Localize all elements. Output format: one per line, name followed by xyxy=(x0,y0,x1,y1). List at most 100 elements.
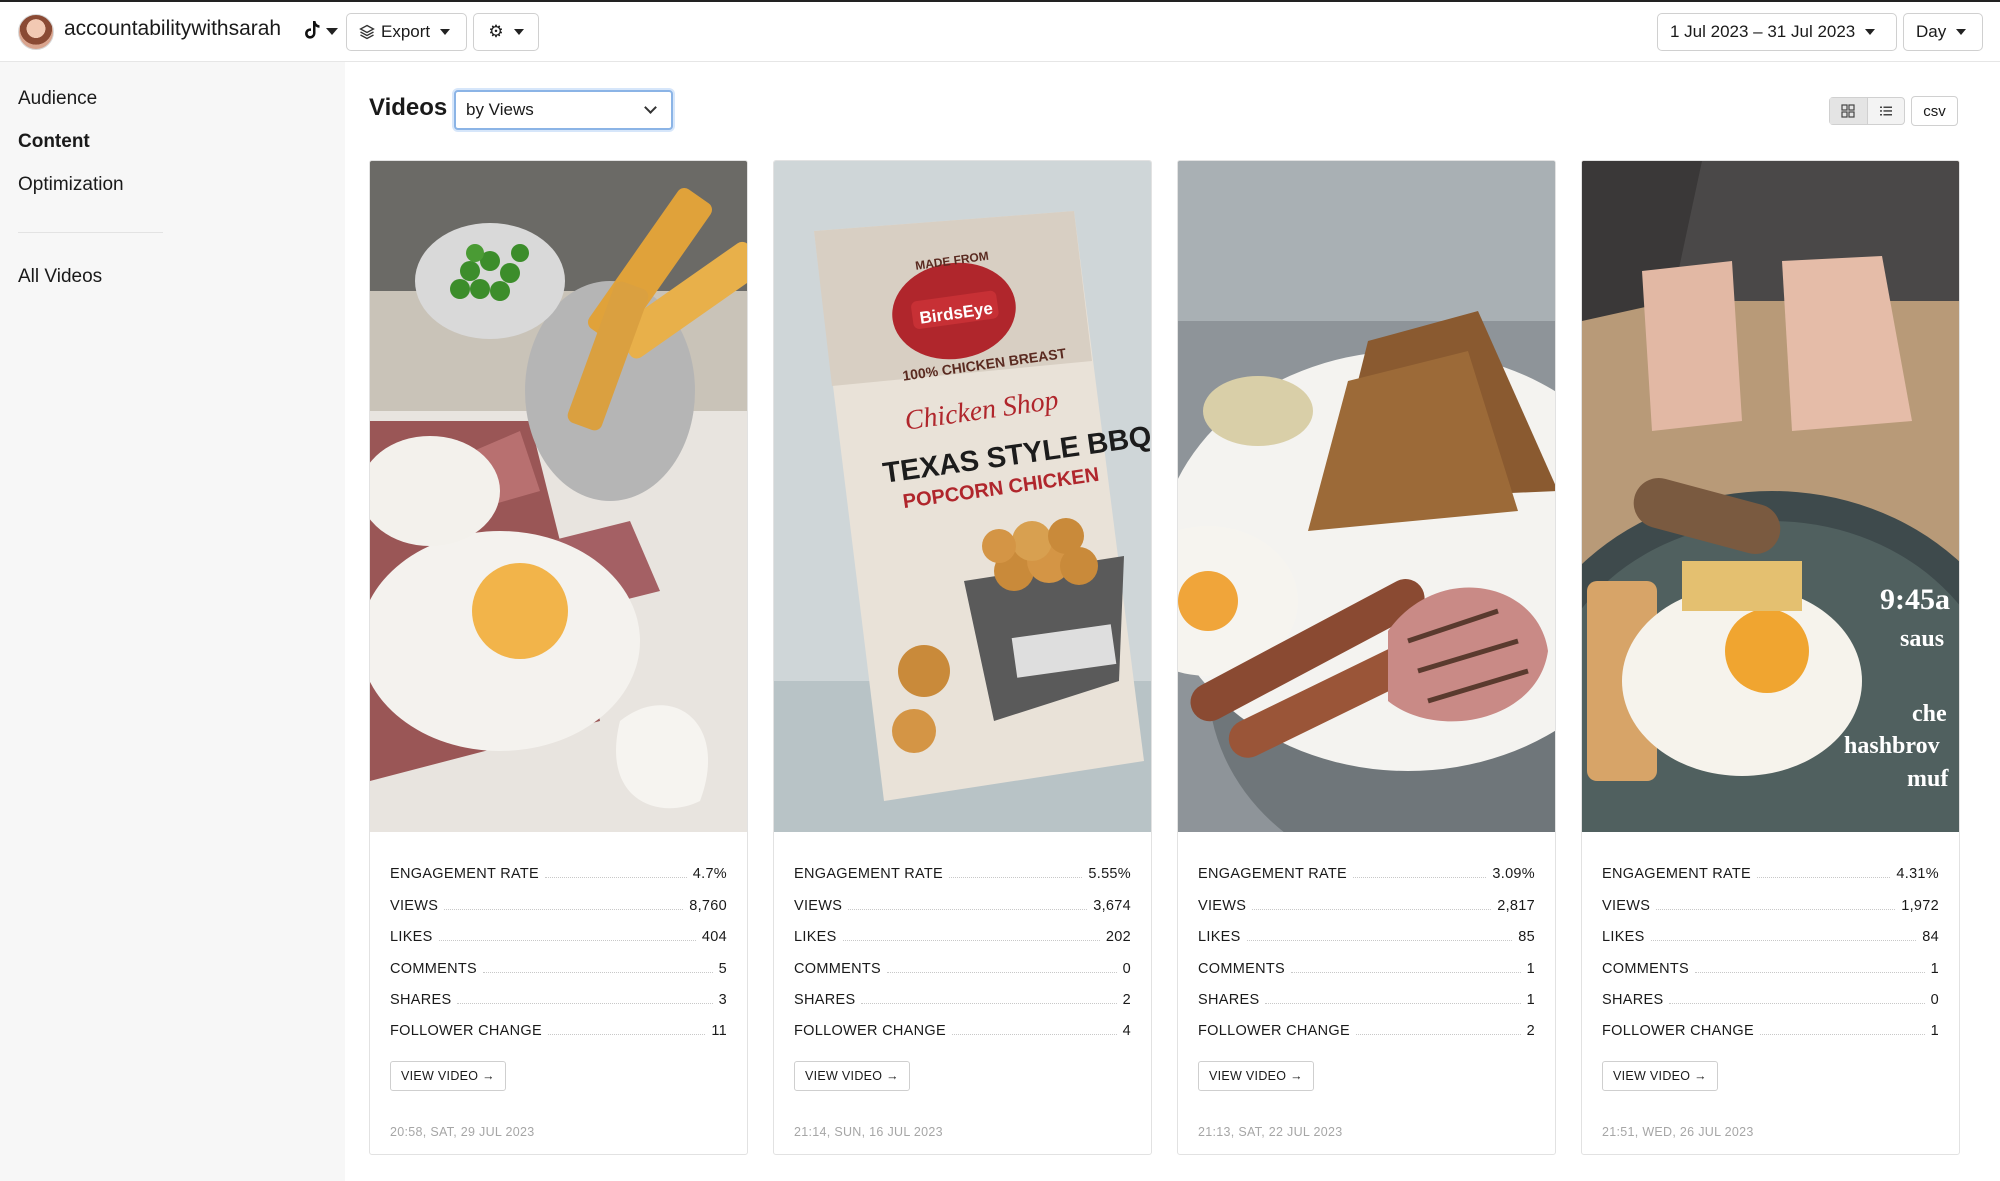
food-plate-image xyxy=(370,161,747,832)
video-stats: ENGAGEMENT RATE 5.55% VIEWS 3,674 LIKES 202… xyxy=(794,851,1131,1039)
stat-label: COMMENTS xyxy=(794,960,881,977)
video-stats: ENGAGEMENT RATE 4.31% VIEWS 1,972 LIKES 84 … xyxy=(1602,851,1939,1039)
stat-value: 4.31% xyxy=(1896,866,1939,883)
stat-value: 5 xyxy=(718,960,727,977)
stat-value: 1 xyxy=(1526,960,1535,977)
view-toggle xyxy=(1829,97,1905,125)
dotted-leader xyxy=(547,1034,706,1036)
video-thumbnail[interactable] xyxy=(1178,161,1555,832)
stat-row-views: VIEWS 1,972 xyxy=(1602,882,1939,914)
stat-row-likes: LIKES 84 xyxy=(1602,914,1939,945)
list-view-icon xyxy=(1879,106,1892,116)
dotted-leader xyxy=(842,940,1100,942)
stat-row-follower-change: FOLLOWER CHANGE 11 xyxy=(390,1008,727,1039)
video-timestamp: 21:14, SUN, 16 JUL 2023 xyxy=(794,1125,943,1139)
stat-row-follower-change: FOLLOWER CHANGE 2 xyxy=(1198,1008,1535,1039)
stat-row-comments: COMMENTS 1 xyxy=(1198,945,1535,977)
stat-label: FOLLOWER CHANGE xyxy=(390,1023,542,1040)
sidebar-item-all-videos[interactable]: All Videos xyxy=(18,266,102,288)
view-video-button[interactable]: VIEW VIDEO → xyxy=(1198,1061,1314,1091)
tiktok-icon xyxy=(305,21,320,39)
video-card: 9:45a saus che hashbrov muf ENGAGEMENT R… xyxy=(1581,160,1960,1155)
avatar[interactable] xyxy=(18,14,54,50)
dotted-leader xyxy=(1290,971,1521,973)
view-video-button[interactable]: VIEW VIDEO → xyxy=(1602,1061,1718,1091)
caption-line-4: muf xyxy=(1907,766,1949,792)
video-stats: ENGAGEMENT RATE 3.09% VIEWS 2,817 LIKES 85 … xyxy=(1198,851,1535,1039)
stat-row-comments: COMMENTS 0 xyxy=(794,945,1131,977)
granularity-label: Day xyxy=(1916,22,1947,41)
stat-value: 3,674 xyxy=(1093,897,1131,914)
stat-value: 4 xyxy=(1122,1023,1131,1040)
dotted-leader xyxy=(544,877,687,879)
stat-label: SHARES xyxy=(1602,991,1664,1008)
video-timestamp: 21:51, WED, 26 JUL 2023 xyxy=(1602,1125,1754,1139)
stat-value: 2 xyxy=(1122,991,1131,1008)
grid-view-button[interactable] xyxy=(1830,98,1868,124)
stat-value: 1 xyxy=(1930,1023,1939,1040)
sidebar-item-audience[interactable]: Audience xyxy=(18,88,97,110)
csv-export-button[interactable]: csv xyxy=(1911,96,1958,126)
stat-label: LIKES xyxy=(390,929,433,946)
sort-select[interactable]: by Views xyxy=(454,90,673,130)
stat-value: 1 xyxy=(1930,960,1939,977)
video-thumbnail[interactable] xyxy=(370,161,747,832)
account-name[interactable]: accountabilitywithsarah xyxy=(64,17,281,41)
dotted-leader xyxy=(861,1002,1117,1004)
dotted-leader xyxy=(951,1034,1117,1036)
stat-label: SHARES xyxy=(794,991,856,1008)
dotted-leader xyxy=(1252,908,1492,910)
dotted-leader xyxy=(1265,1002,1521,1004)
export-label: Export xyxy=(381,22,431,41)
stat-row-follower-change: FOLLOWER CHANGE 4 xyxy=(794,1008,1131,1039)
video-thumbnail[interactable]: MADE FROM BirdsEye 100% CHICKEN BREAST C… xyxy=(774,161,1151,832)
dotted-leader xyxy=(438,940,696,942)
dotted-leader xyxy=(1650,940,1917,942)
video-thumbnail[interactable]: 9:45a saus che hashbrov muf xyxy=(1582,161,1959,832)
dotted-leader xyxy=(457,1002,713,1004)
stat-value: 404 xyxy=(701,929,727,946)
stat-label: SHARES xyxy=(390,991,452,1008)
settings-button[interactable]: ⚙ xyxy=(473,13,539,51)
gear-icon: ⚙ xyxy=(488,22,504,41)
export-button[interactable]: Export xyxy=(346,13,467,51)
account-dropdown-caret[interactable] xyxy=(326,28,338,35)
view-video-button[interactable]: VIEW VIDEO → xyxy=(390,1061,506,1091)
dotted-leader xyxy=(948,877,1083,879)
caption-time: 9:45a xyxy=(1880,583,1950,616)
stat-row-shares: SHARES 0 xyxy=(1602,977,1939,1008)
stat-value: 84 xyxy=(1922,929,1939,946)
stat-label: FOLLOWER CHANGE xyxy=(1198,1023,1350,1040)
product-box-image: MADE FROM BirdsEye 100% CHICKEN BREAST C… xyxy=(774,161,1151,832)
stat-row-comments: COMMENTS 5 xyxy=(390,945,727,977)
dotted-leader xyxy=(444,908,684,910)
stat-row-comments: COMMENTS 1 xyxy=(1602,945,1939,977)
sidebar-item-optimization[interactable]: Optimization xyxy=(18,174,124,196)
stat-row-engagement-rate: ENGAGEMENT RATE 4.7% xyxy=(390,851,727,882)
video-card: MADE FROM BirdsEye 100% CHICKEN BREAST C… xyxy=(773,160,1152,1155)
stat-row-engagement-rate: ENGAGEMENT RATE 5.55% xyxy=(794,851,1131,882)
dotted-leader xyxy=(1759,1034,1925,1036)
stat-row-follower-change: FOLLOWER CHANGE 1 xyxy=(1602,1008,1939,1039)
list-view-button[interactable] xyxy=(1868,98,1905,124)
date-range-picker[interactable]: 1 Jul 2023 – 31 Jul 2023 xyxy=(1657,13,1897,51)
sidebar-item-content[interactable]: Content xyxy=(18,131,90,153)
view-video-button[interactable]: VIEW VIDEO → xyxy=(794,1061,910,1091)
stat-value: 1 xyxy=(1526,991,1535,1008)
dotted-leader xyxy=(1756,877,1891,879)
granularity-select[interactable]: Day xyxy=(1903,13,1983,51)
stat-label: ENGAGEMENT RATE xyxy=(1198,866,1347,883)
stat-value: 1,972 xyxy=(1901,897,1939,914)
breakfast-plate-image xyxy=(1178,161,1555,832)
layers-icon xyxy=(359,24,375,40)
sidebar: Audience Content Optimization All Videos xyxy=(0,62,345,1181)
stat-label: LIKES xyxy=(1602,929,1645,946)
chevron-down-icon xyxy=(644,101,657,114)
caption-line-1: saus xyxy=(1900,626,1944,652)
stat-label: LIKES xyxy=(1198,929,1241,946)
page-title: Videos xyxy=(369,94,448,121)
stat-row-engagement-rate: ENGAGEMENT RATE 3.09% xyxy=(1198,851,1535,882)
grid-view-icon xyxy=(1841,104,1855,118)
dotted-leader xyxy=(886,971,1117,973)
stat-label: VIEWS xyxy=(390,897,439,914)
